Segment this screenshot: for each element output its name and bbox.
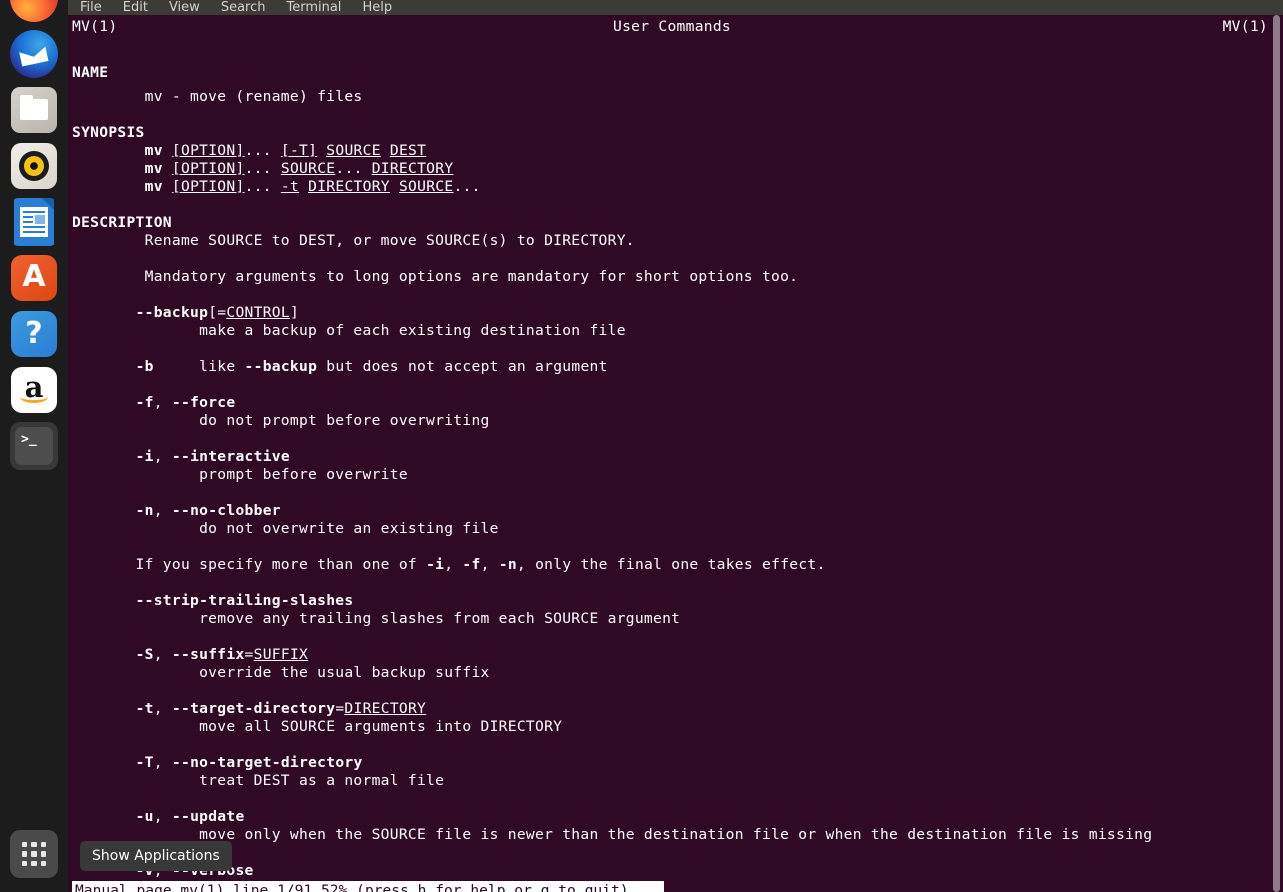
dock-item-libreoffice-writer[interactable] (10, 198, 58, 246)
man-option-desc-interactive: prompt before overwrite (72, 466, 408, 483)
show-applications-tooltip: Show Applications (80, 841, 232, 871)
man-section-heading-name: NAME (72, 64, 109, 81)
menu-edit[interactable]: Edit (123, 1, 148, 14)
show-applications-button[interactable] (10, 830, 58, 878)
dock-item-files[interactable] (10, 86, 58, 134)
man-synopsis-line-3: mv [OPTION]... -t DIRECTORY SOURCE... (144, 178, 481, 195)
man-section-heading-synopsis: SYNOPSIS (72, 124, 145, 141)
dock-item-terminal[interactable]: >_ (10, 422, 58, 470)
man-option-desc-no-clobber: do not overwrite an existing file (72, 520, 499, 537)
terminal-scrollbar[interactable] (1270, 15, 1283, 892)
terminal-prompt-icon: >_ (15, 427, 53, 465)
man-option-b: -b like --backup but does not accept an … (135, 358, 608, 375)
dock-item-help[interactable]: ? (10, 310, 58, 358)
man-option-term-no-target-directory: -T, --no-target-directory (135, 754, 363, 771)
grid-dot-icon (40, 860, 46, 866)
man-option-desc-force: do not prompt before overwriting (72, 412, 490, 429)
man-option-term-strip-trailing-slashes: --strip-trailing-slashes (135, 592, 354, 609)
man-option-desc-backup: make a backup of each existing destinati… (72, 322, 626, 339)
dock-item-rhythmbox[interactable] (10, 142, 58, 190)
man-status-line: Manual page mv(1) line 1/91 52% (press h… (72, 881, 664, 892)
amazon-icon: a (11, 367, 57, 413)
files-folder-icon (11, 87, 57, 133)
man-option-desc-suffix: override the usual backup suffix (72, 664, 490, 681)
firefox-icon (10, 0, 58, 22)
dock-item-thunderbird[interactable] (10, 30, 58, 78)
rhythmbox-speaker-icon (11, 143, 57, 189)
libreoffice-writer-document-icon (14, 198, 54, 246)
terminal-window: File Edit View Search Terminal Help MV(1… (68, 0, 1283, 892)
man-name-line: mv - move (rename) files (72, 88, 363, 105)
menu-search[interactable]: Search (221, 1, 266, 14)
grid-dot-icon (40, 851, 46, 857)
man-option-term-interactive: -i, --interactive (135, 448, 290, 465)
terminal-menubar: File Edit View Search Terminal Help (68, 0, 1283, 15)
man-note-precedence: If you specify more than one of -i, -f, … (72, 556, 826, 573)
man-option-term-force: -f, --force (135, 394, 236, 411)
grid-dot-icon (31, 860, 37, 866)
menu-terminal[interactable]: Terminal (286, 1, 341, 14)
grid-dot-icon (31, 842, 37, 848)
menu-view[interactable]: View (169, 1, 200, 14)
grid-dot-icon (22, 860, 28, 866)
dock-item-firefox[interactable] (10, 0, 58, 22)
man-option-term-target-directory: -t, --target-directory=DIRECTORY (135, 700, 427, 717)
dock-item-ubuntu-software[interactable]: A (10, 254, 58, 302)
scrollbar-thumb[interactable] (1273, 15, 1280, 892)
man-option-desc-target-directory: move all SOURCE arguments into DIRECTORY (72, 718, 563, 735)
man-option-desc-update: move only when the SOURCE file is newer … (72, 826, 1153, 843)
grid-dot-icon (22, 851, 28, 857)
man-description-line: Rename SOURCE to DEST, or move SOURCE(s)… (72, 232, 635, 249)
man-synopsis-line-1: mv [OPTION]... [-T] SOURCE DEST (144, 142, 427, 159)
man-option-desc-no-target-directory: treat DEST as a normal file (72, 772, 445, 789)
ubuntu-dock: A ? a >_ (0, 0, 68, 892)
man-option-term-suffix: -S, --suffix=SUFFIX (135, 646, 309, 663)
terminal-screen[interactable]: MV(1) User Commands MV(1) NAME mv - move… (68, 15, 1283, 892)
man-option-term-update: -u, --update (135, 808, 245, 825)
man-header-right: MV(1) (1222, 18, 1268, 35)
grid-dot-icon (40, 842, 46, 848)
menu-help[interactable]: Help (362, 1, 392, 14)
grid-dot-icon (31, 851, 37, 857)
dock-item-amazon[interactable]: a (10, 366, 58, 414)
man-synopsis-line-2: mv [OPTION]... SOURCE... DIRECTORY (144, 160, 454, 177)
man-option-term-backup: --backup[=CONTROL] (135, 304, 300, 321)
man-option-desc-strip-trailing-slashes: remove any trailing slashes from each SO… (72, 610, 681, 627)
menu-file[interactable]: File (80, 1, 102, 14)
grid-dot-icon (22, 842, 28, 848)
man-mandatory-args-line: Mandatory arguments to long options are … (72, 268, 799, 285)
help-question-icon: ? (11, 311, 57, 357)
man-section-heading-description: DESCRIPTION (72, 214, 172, 231)
desktop-root: A ? a >_ File Edit View Search Terminal … (0, 0, 1283, 892)
man-option-term-no-clobber: -n, --no-clobber (135, 502, 281, 519)
thunderbird-icon (10, 30, 58, 78)
ubuntu-software-icon: A (11, 255, 57, 301)
